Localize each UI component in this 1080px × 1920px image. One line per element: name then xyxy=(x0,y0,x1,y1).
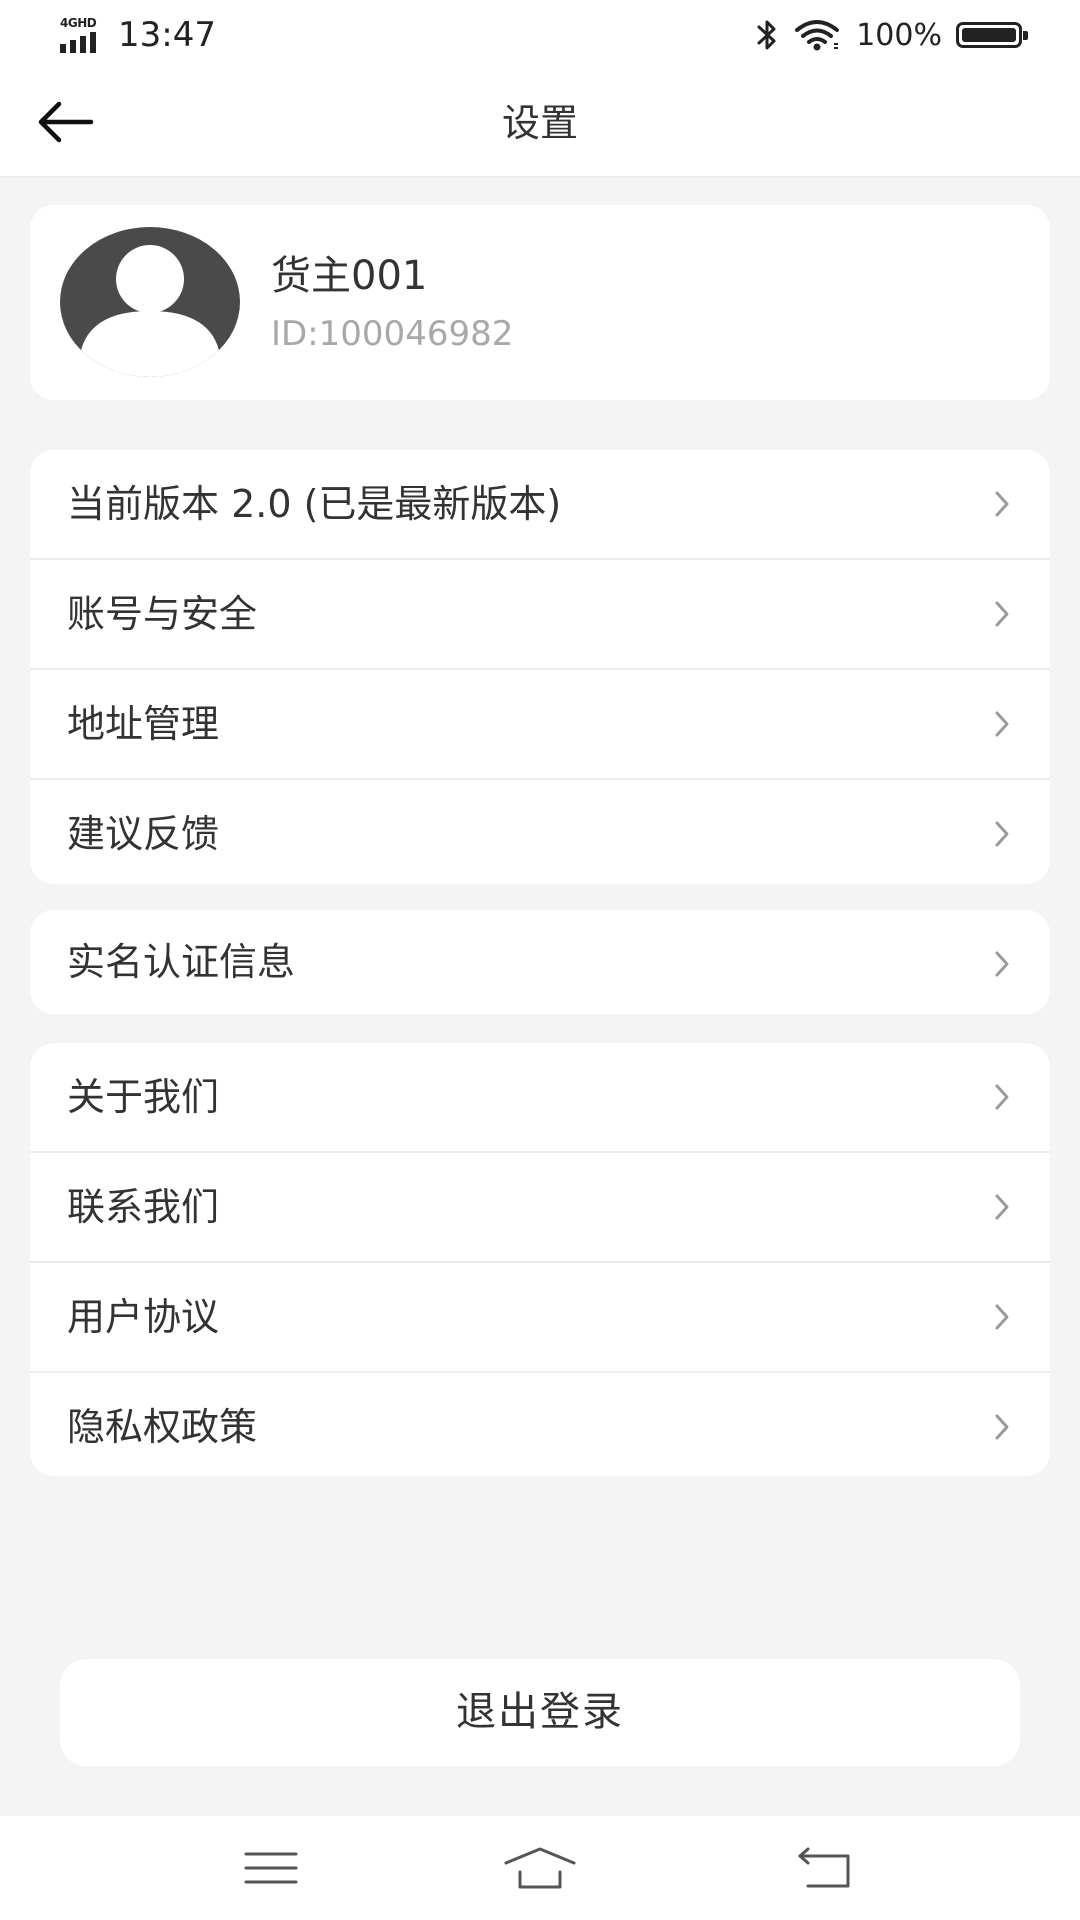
menu-item-feedback[interactable]: 建议反馈 xyxy=(30,780,1050,884)
wifi-icon xyxy=(794,18,840,52)
battery-percent: 100% xyxy=(856,17,942,53)
profile-id: ID:100046982 xyxy=(271,314,514,354)
menu-item-real-name[interactable]: 实名认证信息 xyxy=(30,910,1050,1014)
menu-group-general: 当前版本 2.0 (已是最新版本) 账号与安全 地址管理 建议反馈 xyxy=(30,450,1050,884)
chevron-right-icon xyxy=(995,821,1009,847)
default-avatar-icon xyxy=(60,227,240,377)
bluetooth-icon xyxy=(756,18,778,52)
menu-item-label: 用户协议 xyxy=(67,1295,220,1339)
app-header: 设置 xyxy=(0,70,1080,178)
menu-item-contact-us[interactable]: 联系我们 xyxy=(30,1153,1050,1263)
chevron-right-icon xyxy=(995,1304,1009,1330)
menu-item-privacy-policy[interactable]: 隐私权政策 xyxy=(30,1373,1050,1476)
menu-item-account-security[interactable]: 账号与安全 xyxy=(30,560,1050,670)
system-nav-bar xyxy=(0,1816,1080,1920)
menu-icon[interactable] xyxy=(226,1838,316,1898)
menu-item-label: 建议反馈 xyxy=(67,812,220,856)
menu-group-about: 关于我们 联系我们 用户协议 隐私权政策 xyxy=(30,1043,1050,1476)
menu-item-user-agreement[interactable]: 用户协议 xyxy=(30,1263,1050,1373)
chevron-right-icon xyxy=(995,711,1009,737)
status-right: 100% xyxy=(756,12,1028,58)
menu-item-address[interactable]: 地址管理 xyxy=(30,670,1050,780)
chevron-right-icon xyxy=(995,601,1009,627)
back-icon[interactable] xyxy=(779,1838,869,1898)
menu-item-label: 隐私权政策 xyxy=(67,1405,258,1449)
menu-item-label: 地址管理 xyxy=(67,702,220,746)
chevron-right-icon xyxy=(995,1414,1009,1440)
profile-card[interactable]: 货主001 ID:100046982 xyxy=(30,205,1050,400)
menu-item-version[interactable]: 当前版本 2.0 (已是最新版本) xyxy=(30,450,1050,560)
menu-item-label: 账号与安全 xyxy=(67,592,258,636)
chevron-right-icon xyxy=(995,951,1009,977)
chevron-right-icon xyxy=(995,1194,1009,1220)
chevron-right-icon xyxy=(995,491,1009,517)
signal-icon: 4GHD xyxy=(60,17,106,53)
page-title: 设置 xyxy=(501,101,578,145)
logout-button[interactable]: 退出登录 xyxy=(60,1659,1020,1766)
home-icon[interactable] xyxy=(495,1838,585,1898)
battery-icon xyxy=(956,22,1028,48)
menu-group-verification: 实名认证信息 xyxy=(30,910,1050,1014)
menu-item-label: 实名认证信息 xyxy=(67,940,296,984)
menu-item-about-us[interactable]: 关于我们 xyxy=(30,1043,1050,1153)
menu-item-label: 当前版本 2.0 (已是最新版本) xyxy=(67,482,562,526)
network-type: 4GHD xyxy=(60,16,97,30)
menu-item-label: 联系我们 xyxy=(67,1185,220,1229)
chevron-right-icon xyxy=(995,1084,1009,1110)
menu-item-label: 关于我们 xyxy=(67,1075,220,1119)
status-left: 4GHD 13:47 xyxy=(60,12,216,58)
clock-time: 13:47 xyxy=(118,15,216,55)
profile-name: 货主001 xyxy=(271,253,428,299)
signal-bars xyxy=(60,32,96,53)
status-bar: 4GHD 13:47 100% xyxy=(0,0,1080,70)
